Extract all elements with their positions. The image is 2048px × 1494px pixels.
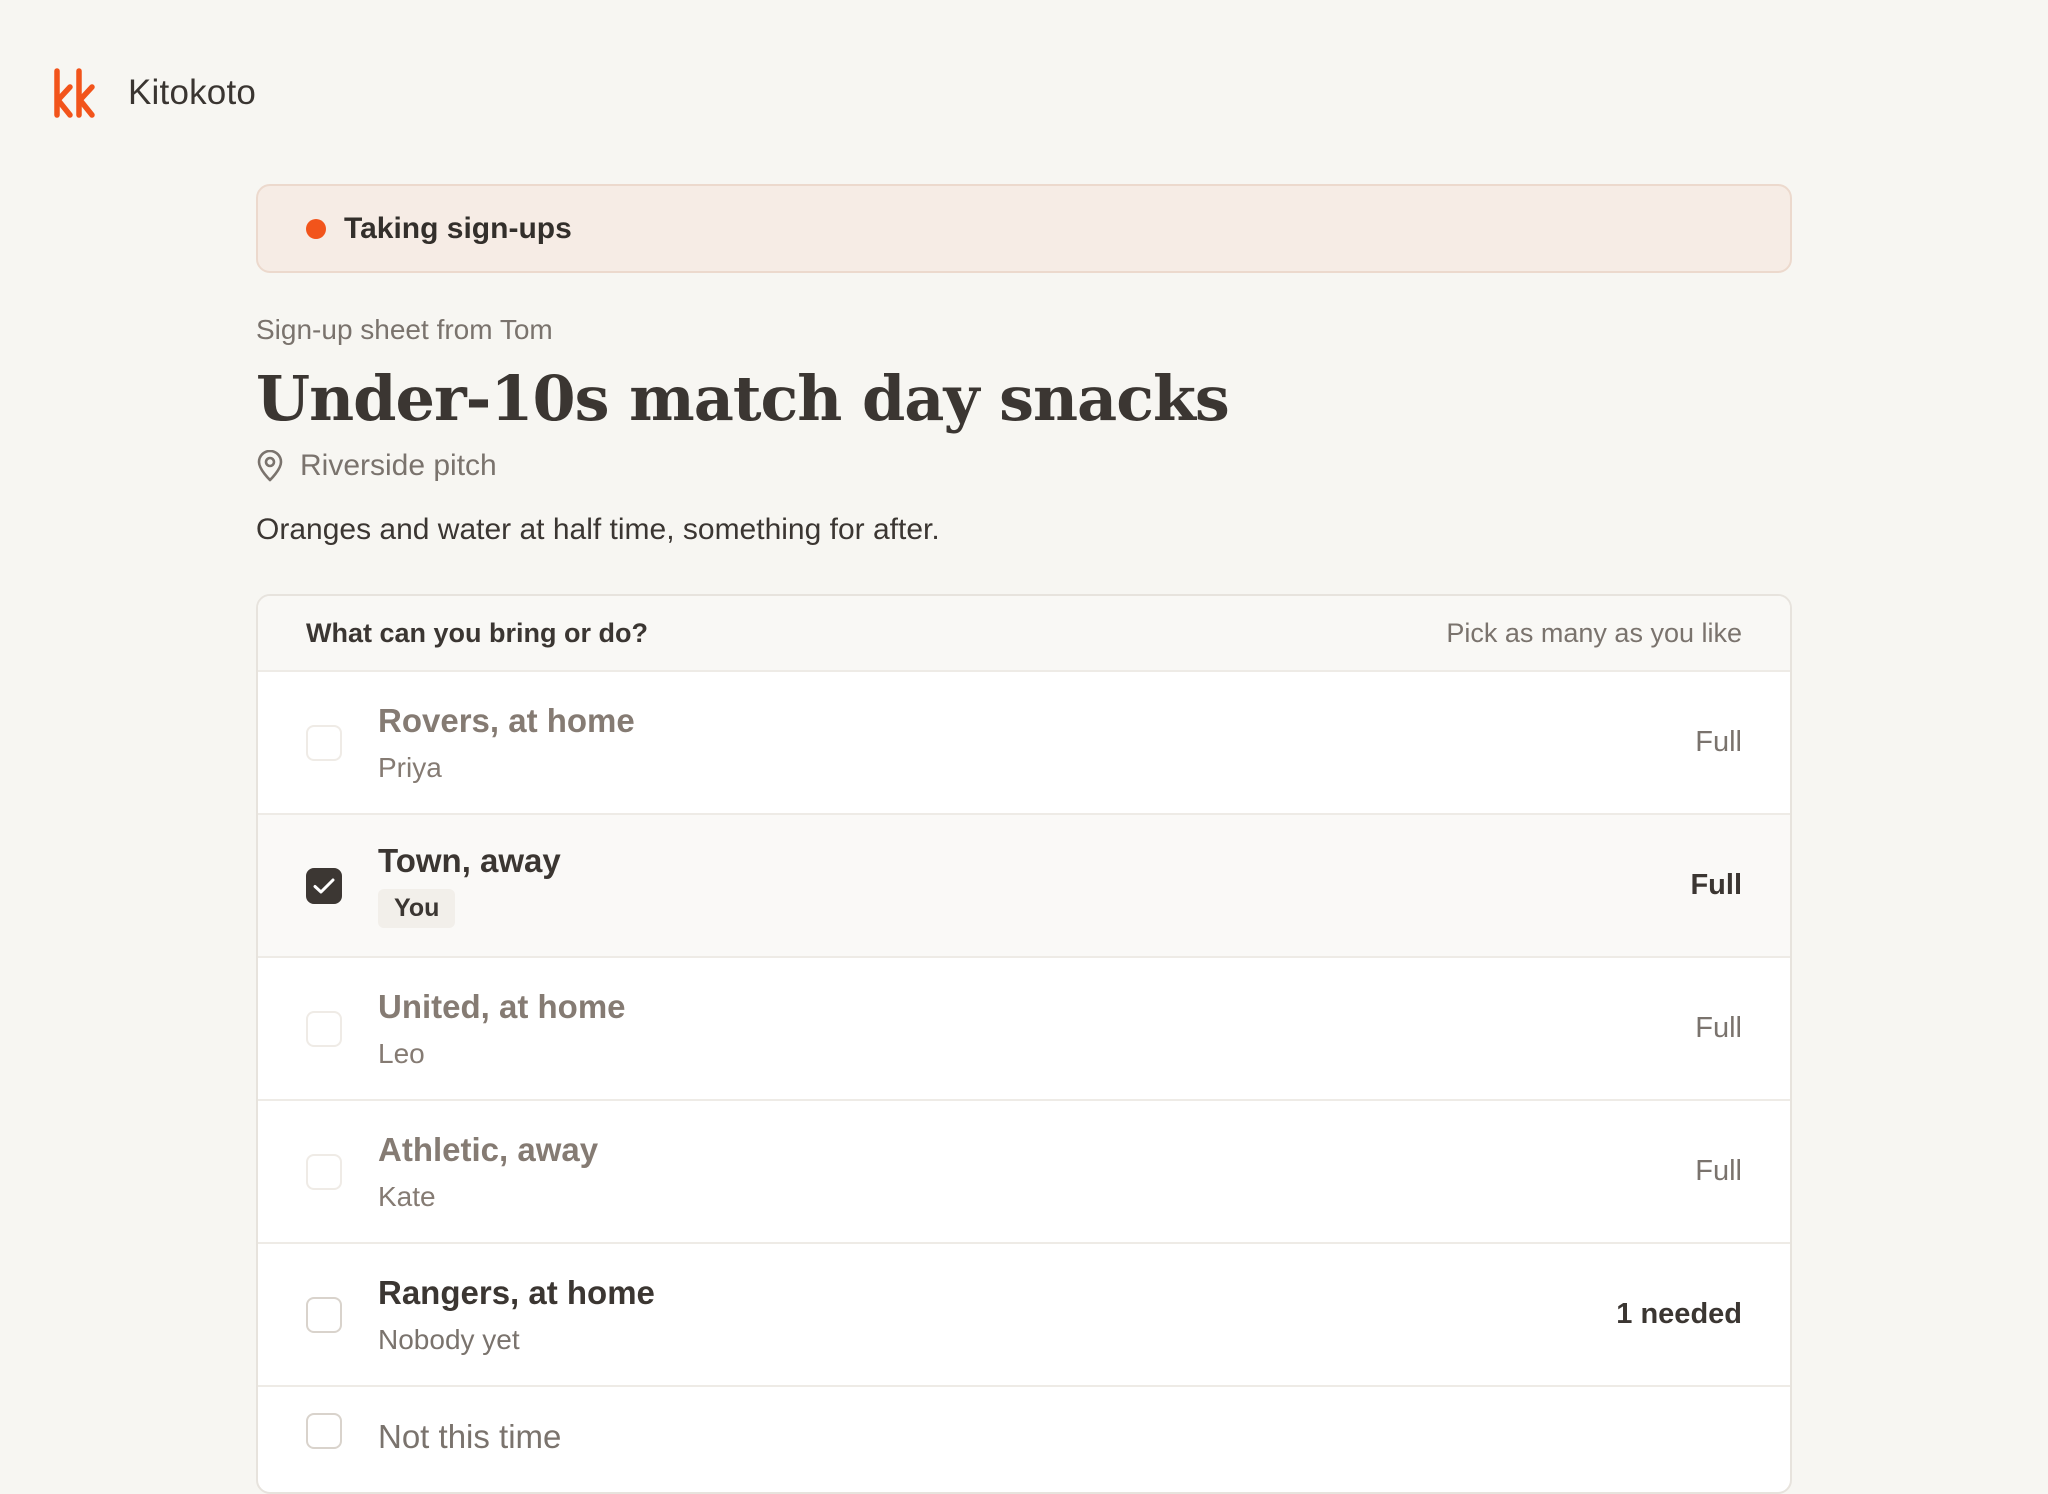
options-card: What can you bring or do? Pick as many a… <box>256 594 1792 1494</box>
list-item[interactable]: Rovers, at home Priya Full <box>258 672 1790 816</box>
options-hint: Pick as many as you like <box>1446 617 1742 648</box>
sheet-owner: Sign-up sheet from Tom <box>256 314 553 345</box>
status-dot-icon <box>306 218 326 239</box>
item-text: Rovers, at home Priya <box>378 702 635 783</box>
options-header: What can you bring or do? Pick as many a… <box>258 596 1790 673</box>
kk-logo-icon[interactable] <box>52 67 98 119</box>
item-checkbox[interactable] <box>306 724 342 761</box>
status-label: Taking sign-ups <box>344 211 572 245</box>
location-label: Riverside pitch <box>300 449 497 483</box>
list-item[interactable]: United, at home Leo Full <box>258 958 1790 1102</box>
item-assignee: Priya <box>378 751 442 783</box>
item-checkbox[interactable] <box>306 1010 342 1047</box>
list-item[interactable]: Athletic, away Kate Full <box>258 1101 1790 1245</box>
sheet-description: Oranges and water at half time, somethin… <box>256 513 940 547</box>
item-checkbox[interactable] <box>306 1296 342 1333</box>
item-text: United, at home Leo <box>378 988 626 1069</box>
item-status: 1 needed <box>1616 1298 1742 1331</box>
item-title: Town, away <box>378 841 561 879</box>
item-text: Rangers, at home Nobody yet <box>378 1274 655 1355</box>
item-status: Full <box>1695 1012 1742 1045</box>
item-status: Full <box>1695 1155 1742 1188</box>
page-title: Under-10s match day snacks <box>256 362 1230 435</box>
location: Riverside pitch <box>256 449 1792 483</box>
brand-name[interactable]: Kitokoto <box>128 73 256 113</box>
item-assignee: Nobody yet <box>378 1323 520 1355</box>
list-item[interactable]: Rangers, at home Nobody yet 1 needed <box>258 1244 1790 1388</box>
top-bar: Kitokoto <box>52 66 256 120</box>
item-assignee: Kate <box>378 1180 436 1212</box>
item-title: Athletic, away <box>378 1131 599 1169</box>
options-heading: What can you bring or do? <box>306 617 648 648</box>
you-badge: You <box>378 889 456 929</box>
item-status: Full <box>1690 869 1742 902</box>
location-pin-icon <box>257 450 283 482</box>
item-title: Not this time <box>378 1418 562 1456</box>
list-item[interactable]: Town, away You Full <box>258 815 1790 959</box>
checkmark-icon <box>313 878 335 894</box>
item-assignee: Leo <box>378 1037 425 1069</box>
item-text: Town, away You <box>378 841 561 929</box>
item-text: Athletic, away Kate <box>378 1131 599 1212</box>
list-item[interactable]: Not this time <box>258 1387 1790 1492</box>
item-title: Rovers, at home <box>378 702 635 740</box>
item-status: Full <box>1695 726 1742 759</box>
item-title: Rangers, at home <box>378 1274 655 1312</box>
item-checkbox[interactable] <box>306 867 342 904</box>
item-checkbox[interactable] <box>306 1413 342 1450</box>
item-title: United, at home <box>378 988 626 1026</box>
signup-sheet: Taking sign-ups Sign-up sheet from Tom U… <box>256 184 1792 1494</box>
status-banner: Taking sign-ups <box>256 184 1792 273</box>
item-text: Not this time <box>378 1413 561 1455</box>
item-checkbox[interactable] <box>306 1153 342 1190</box>
